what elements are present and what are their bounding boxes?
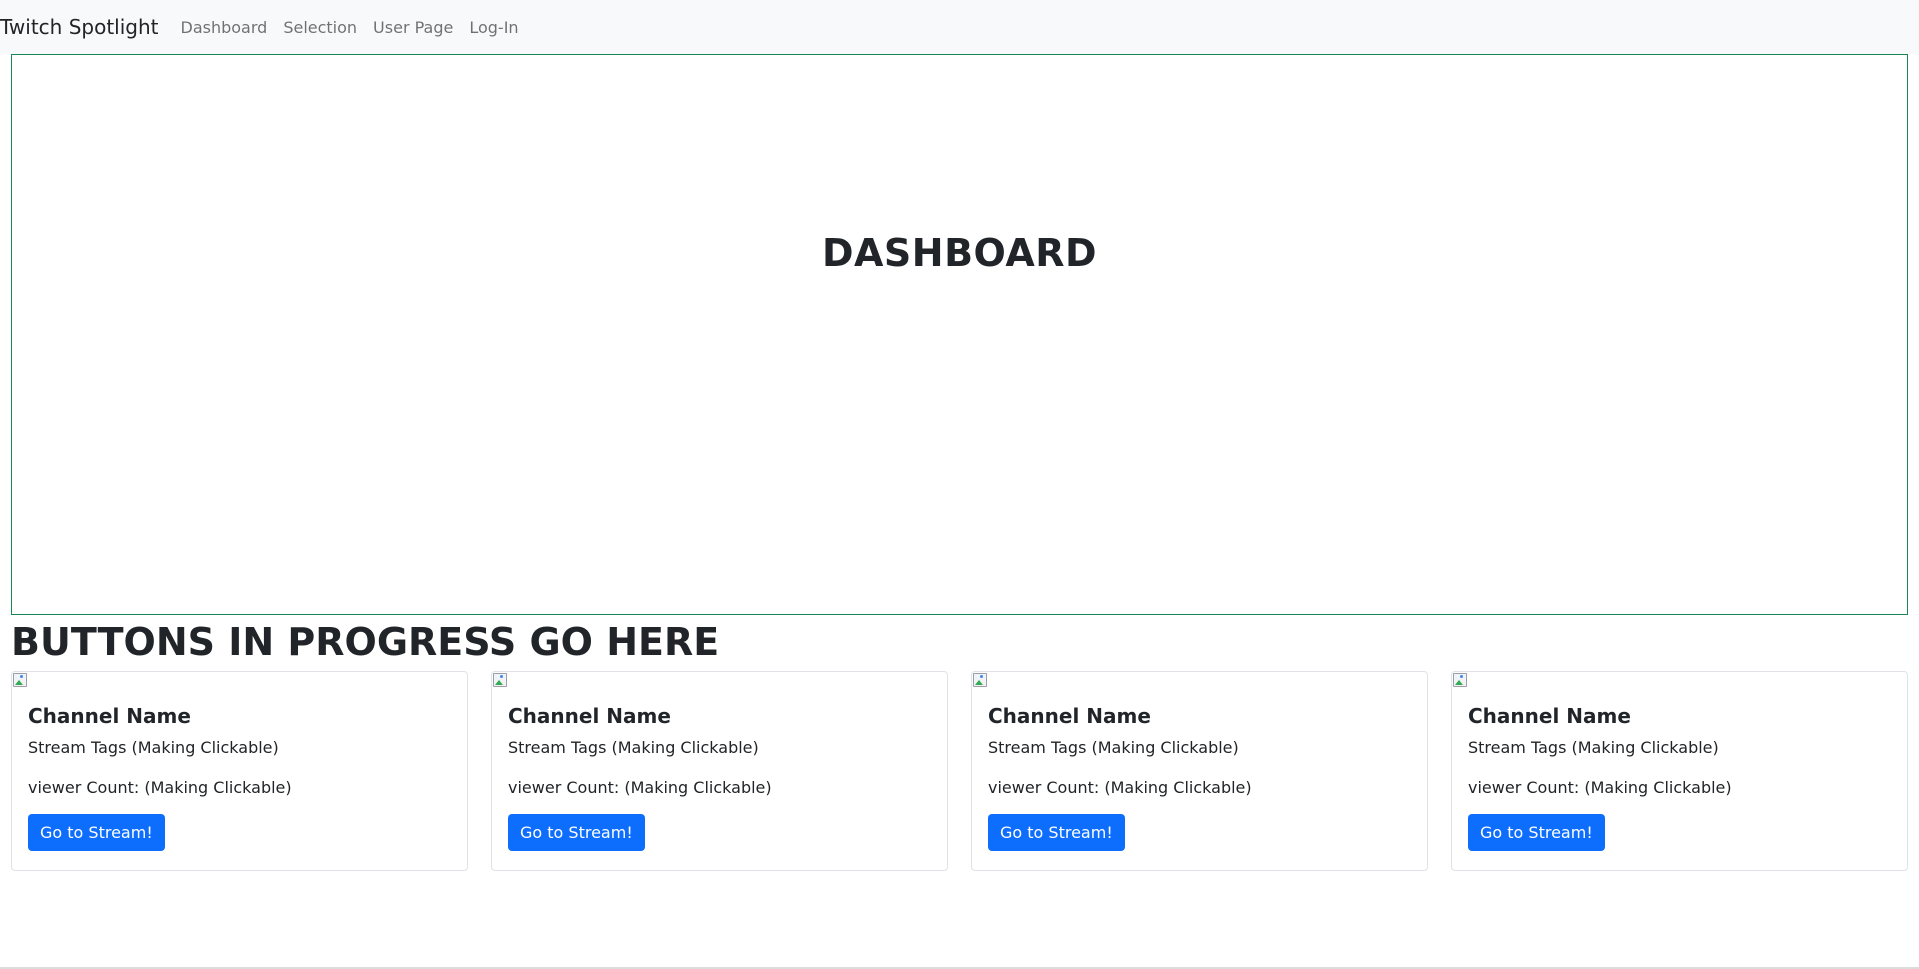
- channel-name: Channel Name: [508, 704, 671, 728]
- stream-card-list: Channel Name Stream Tags (Making Clickab…: [11, 671, 1908, 871]
- go-to-stream-button[interactable]: Go to Stream!: [508, 814, 645, 851]
- channel-name: Channel Name: [28, 704, 191, 728]
- card-body: Channel Name Stream Tags (Making Clickab…: [1468, 704, 1891, 851]
- stream-card: Channel Name Stream Tags (Making Clickab…: [491, 671, 948, 871]
- go-to-stream-button[interactable]: Go to Stream!: [28, 814, 165, 851]
- nav-links: Dashboard Selection User Page Log-In: [181, 18, 519, 37]
- card-body: Channel Name Stream Tags (Making Clickab…: [988, 704, 1411, 851]
- navbar: Twitch Spotlight Dashboard Selection Use…: [0, 0, 1919, 54]
- channel-name: Channel Name: [1468, 704, 1631, 728]
- stream-tags: Stream Tags (Making Clickable): [508, 738, 759, 757]
- viewer-count: viewer Count: (Making Clickable): [1468, 778, 1732, 797]
- broken-image-icon: [492, 672, 508, 688]
- dashboard-title: DASHBOARD: [821, 231, 1098, 275]
- stream-card: Channel Name Stream Tags (Making Clickab…: [11, 671, 468, 871]
- card-body: Channel Name Stream Tags (Making Clickab…: [28, 704, 451, 851]
- viewer-count: viewer Count: (Making Clickable): [988, 778, 1252, 797]
- go-to-stream-button[interactable]: Go to Stream!: [1468, 814, 1605, 851]
- nav-link-user-page[interactable]: User Page: [373, 18, 453, 37]
- stream-card: Channel Name Stream Tags (Making Clickab…: [971, 671, 1428, 871]
- stream-tags: Stream Tags (Making Clickable): [28, 738, 279, 757]
- viewer-count: viewer Count: (Making Clickable): [508, 778, 772, 797]
- dashboard-panel: DASHBOARD: [11, 54, 1908, 615]
- nav-link-log-in[interactable]: Log-In: [469, 18, 518, 37]
- channel-name: Channel Name: [988, 704, 1151, 728]
- section-heading: BUTTONS IN PROGRESS GO HERE: [11, 620, 720, 664]
- stream-tags: Stream Tags (Making Clickable): [988, 738, 1239, 757]
- nav-link-dashboard[interactable]: Dashboard: [181, 18, 268, 37]
- card-body: Channel Name Stream Tags (Making Clickab…: [508, 704, 931, 851]
- stream-tags: Stream Tags (Making Clickable): [1468, 738, 1719, 757]
- broken-image-icon: [1452, 672, 1468, 688]
- broken-image-icon: [972, 672, 988, 688]
- nav-link-selection[interactable]: Selection: [283, 18, 357, 37]
- viewer-count: viewer Count: (Making Clickable): [28, 778, 292, 797]
- broken-image-icon: [12, 672, 28, 688]
- go-to-stream-button[interactable]: Go to Stream!: [988, 814, 1125, 851]
- brand-link[interactable]: Twitch Spotlight: [0, 15, 159, 39]
- stream-card: Channel Name Stream Tags (Making Clickab…: [1451, 671, 1908, 871]
